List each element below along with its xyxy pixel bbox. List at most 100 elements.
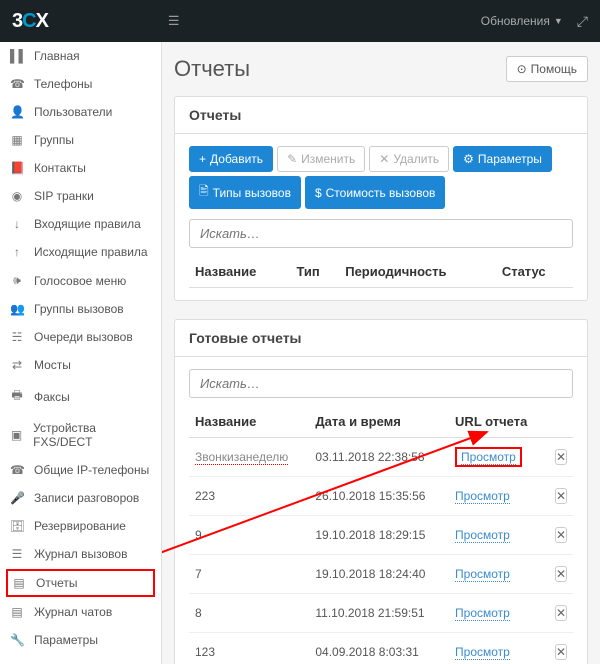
menu-toggle-icon[interactable]: ☰ [168, 13, 180, 29]
cell-datetime: 03.11.2018 22:38:58 [309, 438, 449, 477]
phone-icon: ☎ [10, 77, 24, 91]
mic-icon: 🎤 [10, 491, 24, 505]
view-link[interactable]: Просмотр [455, 528, 510, 543]
view-link[interactable]: Просмотр [455, 606, 510, 621]
params-button[interactable]: ⚙Параметры [453, 146, 552, 172]
delete-row-button[interactable]: ✕ [555, 605, 567, 621]
plus-icon: + [199, 152, 206, 166]
sidebar-item-queues[interactable]: ☵Очереди вызовов [0, 323, 161, 351]
sidebar-item-backup[interactable]: 🗄Резервирование [0, 512, 161, 540]
fax-icon: 🖶 [10, 386, 24, 407]
delete-button[interactable]: ✕Удалить [369, 146, 449, 172]
sidebar-item-recordings[interactable]: 🎤Записи разговоров [0, 484, 161, 512]
queue-icon: ☵ [10, 330, 24, 344]
sidebar-item-fax[interactable]: 🖶Факсы [0, 379, 161, 414]
edit-button[interactable]: ✎Изменить [277, 146, 365, 172]
sidebar-item-call-groups[interactable]: 👥 Группы вызовов [0, 295, 161, 323]
sidebar-item-contacts[interactable]: 📕Контакты [0, 154, 161, 182]
sidebar-item-users[interactable]: 👤Пользователи [0, 98, 161, 126]
sidebar-item-ivr[interactable]: 🕪 Голосовое меню [0, 266, 161, 295]
delete-row-button[interactable]: ✕ [555, 449, 567, 465]
sidebar-item-groups[interactable]: ▦Группы [0, 126, 161, 154]
users-icon: ▦ [10, 133, 24, 147]
view-link[interactable]: Просмотр [461, 450, 516, 465]
sidebar-item-label: Журнал чатов [34, 605, 112, 619]
sidebar-item-call-log[interactable]: ☰ Журнал вызовов [0, 540, 161, 568]
top-bar: 3CX ☰ Обновления ▼ ⤢ [0, 0, 600, 42]
sidebar-item-chat-log[interactable]: ▤Журнал чатов [0, 598, 161, 626]
delete-row-button[interactable]: ✕ [555, 488, 567, 504]
sidebar-item-label: Мосты [34, 358, 71, 372]
view-link[interactable]: Просмотр [455, 567, 510, 582]
view-link[interactable]: Просмотр [455, 489, 510, 504]
cell-name: 223 [189, 477, 309, 516]
col-name: Название [189, 256, 290, 288]
gear-icon: ⚙ [463, 152, 474, 166]
cell-url: Просмотр [449, 633, 545, 664]
col-status: Статус [496, 256, 573, 288]
table-row: 12304.09.2018 8:03:31Просмотр✕ [189, 633, 573, 664]
cell-name: 9 [189, 516, 309, 555]
fullscreen-icon[interactable]: ⤢ [577, 13, 588, 30]
bars-icon: ▌▌ [10, 49, 24, 63]
delete-row-button[interactable]: ✕ [555, 566, 567, 582]
cell-url: Просмотр [449, 438, 545, 477]
random-icon: ⇄ [10, 358, 24, 372]
cell-url: Просмотр [449, 555, 545, 594]
sidebar-item-label: Пользователи [34, 105, 112, 119]
cell-name: Звонкизанеделю [189, 438, 309, 477]
cell-datetime: 11.10.2018 21:59:51 [309, 594, 449, 633]
delete-row-button[interactable]: ✕ [555, 527, 567, 543]
caret-down-icon: ▼ [554, 16, 563, 26]
view-link[interactable]: Просмотр [455, 645, 510, 660]
group-icon: 👥 [10, 302, 24, 316]
sidebar-item-inbound-rules[interactable]: ↓Входящие правила [0, 210, 161, 238]
sidebar-item-label: Группы вызовов [34, 302, 124, 316]
cell-url: Просмотр [449, 516, 545, 555]
sidebar-item-label: Голосовое меню [34, 274, 126, 288]
volume-icon: 🕪 [10, 273, 24, 288]
call-types-button[interactable]: 🖹Типы вызовов [189, 176, 301, 209]
call-cost-button[interactable]: $Стоимость вызовов [305, 176, 445, 209]
sidebar-item-label: Устройства FXS/DECT [33, 421, 151, 449]
cell-url: Просмотр [449, 477, 545, 516]
help-button[interactable]: ⊙Помощь [506, 56, 588, 82]
sidebar-item-reports[interactable]: ▤Отчеты [6, 569, 155, 597]
cell-name: 123 [189, 633, 309, 664]
sidebar-item-label: SIP транки [34, 189, 94, 203]
sidebar-item-label: Параметры [34, 633, 98, 647]
sidebar-item-fxs-dect[interactable]: ▣Устройства FXS/DECT [0, 414, 161, 456]
ready-reports-panel: Готовые отчеты Название Дата и время URL… [174, 319, 588, 664]
delete-row-button[interactable]: ✕ [555, 644, 567, 660]
col-name: Название [189, 406, 309, 438]
x-icon: ✕ [379, 152, 389, 166]
sidebar-item-ip-phones[interactable]: ☎Общие IP-телефоны [0, 456, 161, 484]
sidebar-item-settings[interactable]: 🔧Параметры [0, 626, 161, 654]
col-datetime: Дата и время [309, 406, 449, 438]
pencil-icon: ✎ [287, 152, 297, 166]
main-content: Отчеты ⊙Помощь Отчеты +Добавить ✎Изменит… [162, 42, 600, 664]
sidebar-item-label: Исходящие правила [34, 245, 148, 259]
reports-panel-header: Отчеты [175, 97, 587, 134]
ready-panel-header: Готовые отчеты [175, 320, 587, 357]
reports-search-input[interactable] [189, 219, 573, 248]
col-period: Периодичность [339, 256, 496, 288]
add-button[interactable]: +Добавить [189, 146, 273, 172]
updates-dropdown[interactable]: Обновления ▼ [481, 14, 563, 28]
ready-search-input[interactable] [189, 369, 573, 398]
sidebar-item-outbound-rules[interactable]: ↑Исходящие правила [0, 238, 161, 266]
sidebar-item-home[interactable]: ▌▌Главная [0, 42, 161, 70]
table-row: 719.10.2018 18:24:40Просмотр✕ [189, 555, 573, 594]
sidebar-item-label: Общие IP-телефоны [34, 463, 149, 477]
col-type: Тип [290, 256, 339, 288]
sidebar-item-sip-trunks[interactable]: ◉SIP транки [0, 182, 161, 210]
db-icon: 🗄 [10, 519, 24, 533]
col-url: URL отчета [449, 406, 545, 438]
table-row: 919.10.2018 18:29:15Просмотр✕ [189, 516, 573, 555]
list-icon: ☰ [10, 547, 24, 561]
cell-url: Просмотр [449, 594, 545, 633]
sidebar-item-label: Журнал вызовов [34, 547, 127, 561]
sidebar-item-phones[interactable]: ☎Телефоны [0, 70, 161, 98]
sidebar-item-bridges[interactable]: ⇄ Мосты [0, 351, 161, 379]
page-title: Отчеты [174, 56, 250, 82]
